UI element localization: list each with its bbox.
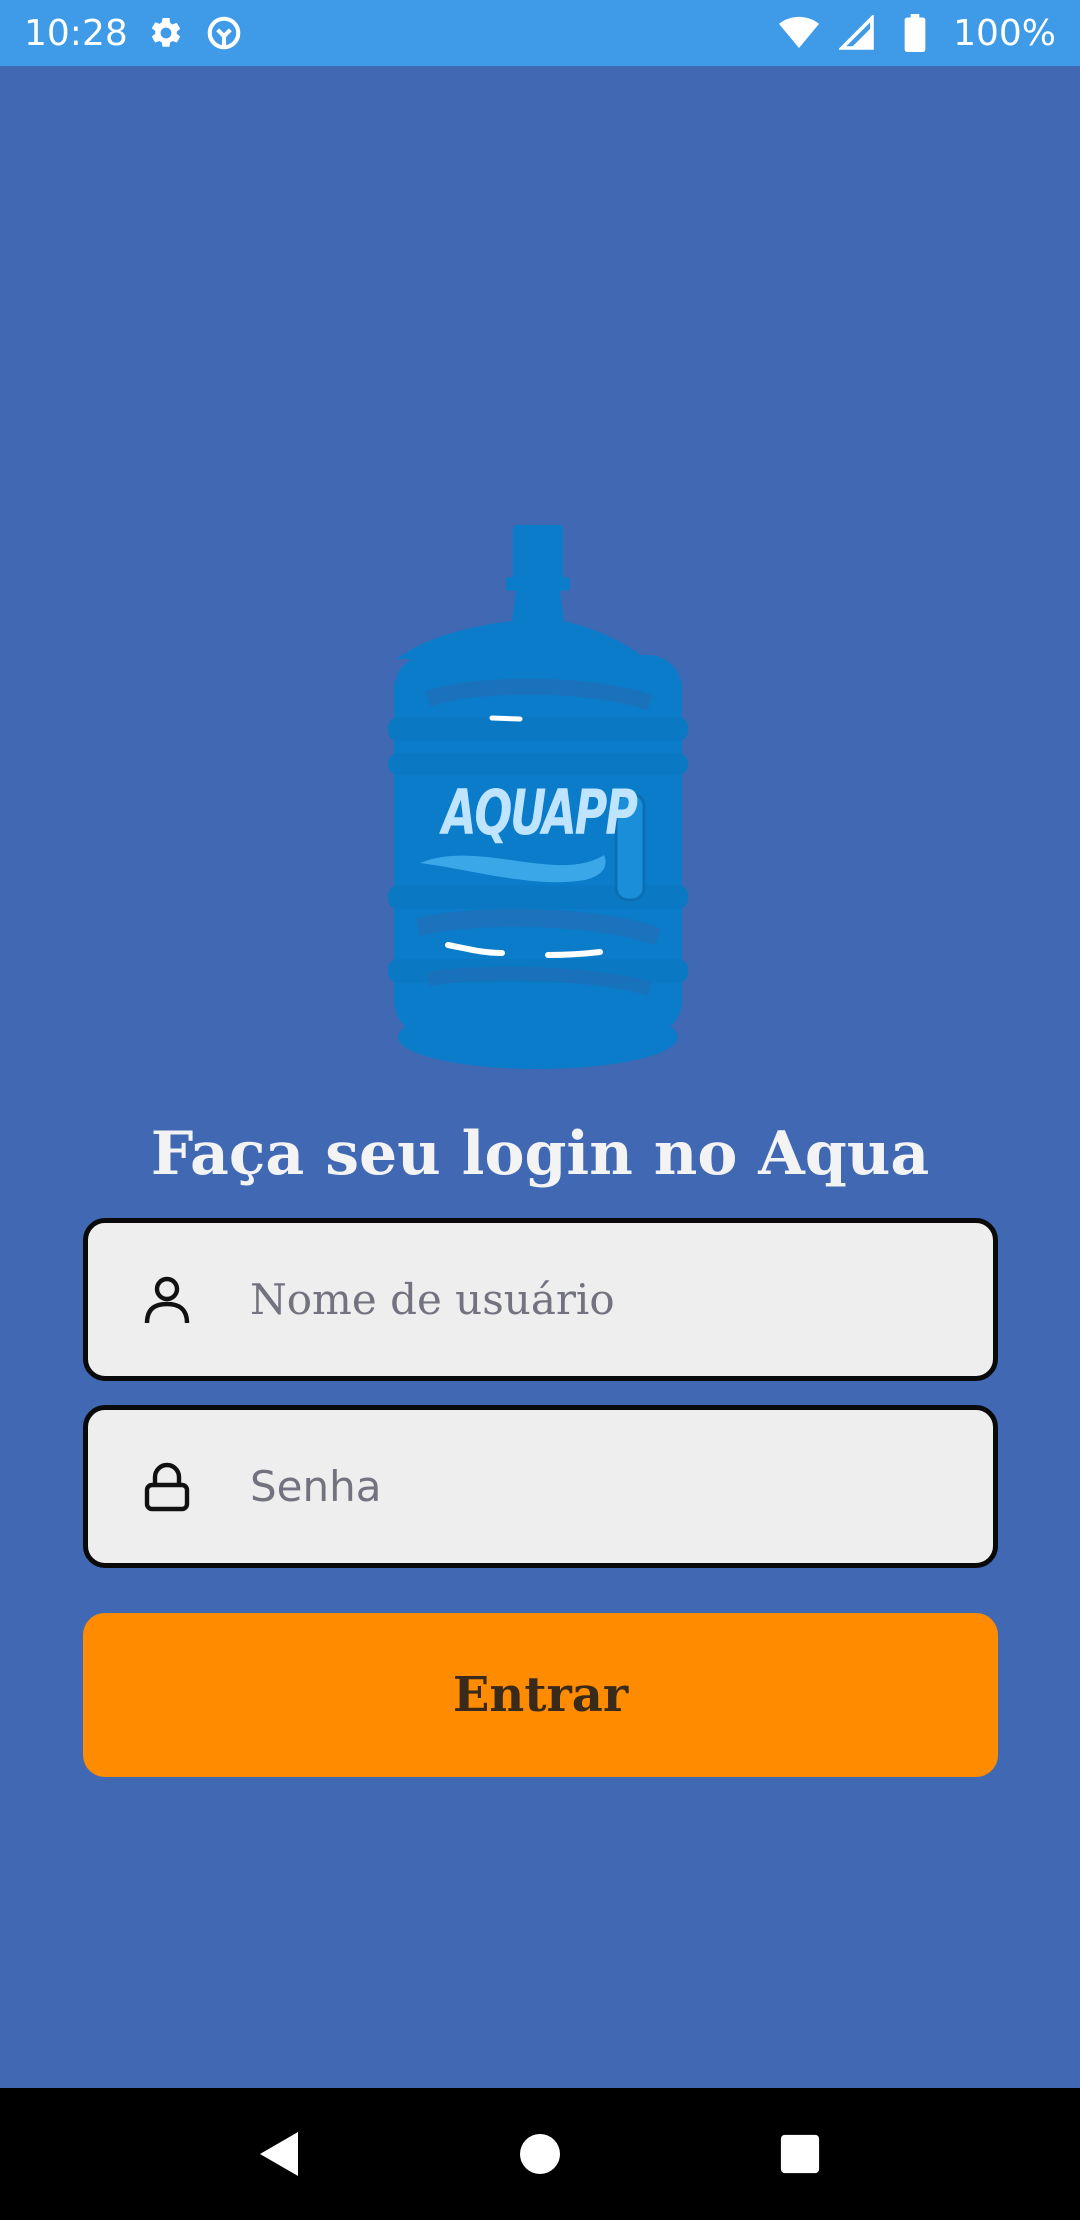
wifi-icon [779, 13, 820, 53]
lock-icon [140, 1460, 194, 1514]
user-icon [140, 1273, 194, 1327]
status-time: 10:28 [24, 12, 128, 54]
status-right: 100% [779, 13, 1056, 54]
battery-icon [895, 13, 935, 53]
signal-icon [837, 13, 877, 53]
status-bar: 10:28 100% [0, 0, 1080, 66]
login-button[interactable]: Entrar [83, 1613, 998, 1777]
app-logo: AQUAPP [388, 459, 688, 1071]
status-left: 10:28 [24, 13, 244, 54]
water-jug-icon [388, 525, 688, 1069]
sync-icon [204, 13, 244, 53]
username-field[interactable] [83, 1218, 998, 1381]
navigation-bar [0, 2088, 1080, 2220]
password-input[interactable] [250, 1410, 993, 1563]
back-icon[interactable] [240, 2114, 320, 2194]
login-screen: AQUAPP Faça seu login no Aqua Entrar [0, 66, 1080, 2088]
username-input[interactable] [250, 1223, 993, 1376]
login-title: Faça seu login no Aqua [150, 1119, 930, 1189]
settings-icon [146, 13, 186, 53]
password-field[interactable] [83, 1405, 998, 1568]
logo-text: AQUAPP [442, 776, 638, 849]
recents-icon[interactable] [760, 2114, 840, 2194]
home-icon[interactable] [500, 2114, 580, 2194]
battery-percent: 100% [953, 12, 1056, 54]
